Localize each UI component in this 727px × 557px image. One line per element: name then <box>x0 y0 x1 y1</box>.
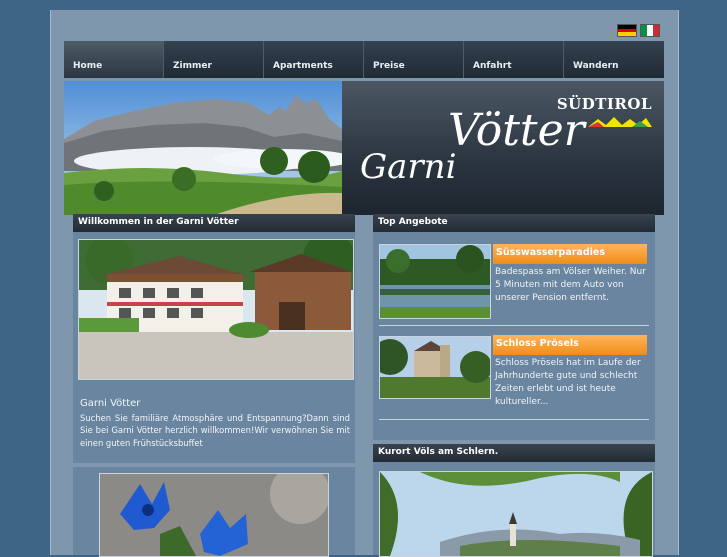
flag-de-icon[interactable] <box>617 24 637 37</box>
offer-text-lake: Badespass am Völser Weiher. Nur 5 Minute… <box>495 267 646 303</box>
nav-zimmer[interactable]: Zimmer <box>164 41 264 78</box>
village-photo <box>379 471 653 557</box>
offer-divider <box>379 419 649 420</box>
nav-home[interactable]: Home <box>64 41 164 78</box>
welcome-heading: Willkommen in der Garni Vötter <box>73 214 355 232</box>
page-container: Home Zimmer Apartments Preise Anfahrt Wa… <box>50 10 679 557</box>
nav-wandern[interactable]: Wandern <box>564 41 664 78</box>
language-switcher <box>617 24 660 37</box>
main-nav: Home Zimmer Apartments Preise Anfahrt Wa… <box>64 41 664 78</box>
offer-title-castle[interactable]: Schloss Prösels <box>493 335 647 355</box>
flag-it-icon[interactable] <box>640 24 660 37</box>
logo-votter-text: Vötter <box>448 105 585 156</box>
gentian-flower-photo <box>99 473 329 557</box>
offer-divider <box>379 325 649 326</box>
offer-text-castle: Schloss Prösels hat im Laufe der Jahrhun… <box>495 358 641 407</box>
mountain-landscape-image <box>64 81 342 215</box>
welcome-name: Garni Vötter <box>80 398 141 409</box>
nav-preise[interactable]: Preise <box>364 41 464 78</box>
nav-apartments[interactable]: Apartments <box>264 41 364 78</box>
welcome-text: Suchen Sie familiäre Atmosphäre und Ents… <box>80 413 350 448</box>
castle-thumbnail[interactable] <box>379 336 491 399</box>
guesthouse-photo <box>78 239 354 380</box>
offers-heading: Top Angebote <box>373 214 655 232</box>
header-banner: SÜDTIROL Vötter Garni <box>64 81 664 215</box>
logo-garni-text: Garni <box>360 147 457 187</box>
offer-title-lake[interactable]: Süsswasserparadies <box>493 244 647 264</box>
lake-thumbnail[interactable] <box>379 244 491 319</box>
sudtirol-mark-icon <box>588 117 652 127</box>
nav-anfahrt[interactable]: Anfahrt <box>464 41 564 78</box>
kurort-heading: Kurort Völs am Schlern. <box>373 444 655 462</box>
logo-area: SÜDTIROL Vötter Garni <box>342 81 664 215</box>
